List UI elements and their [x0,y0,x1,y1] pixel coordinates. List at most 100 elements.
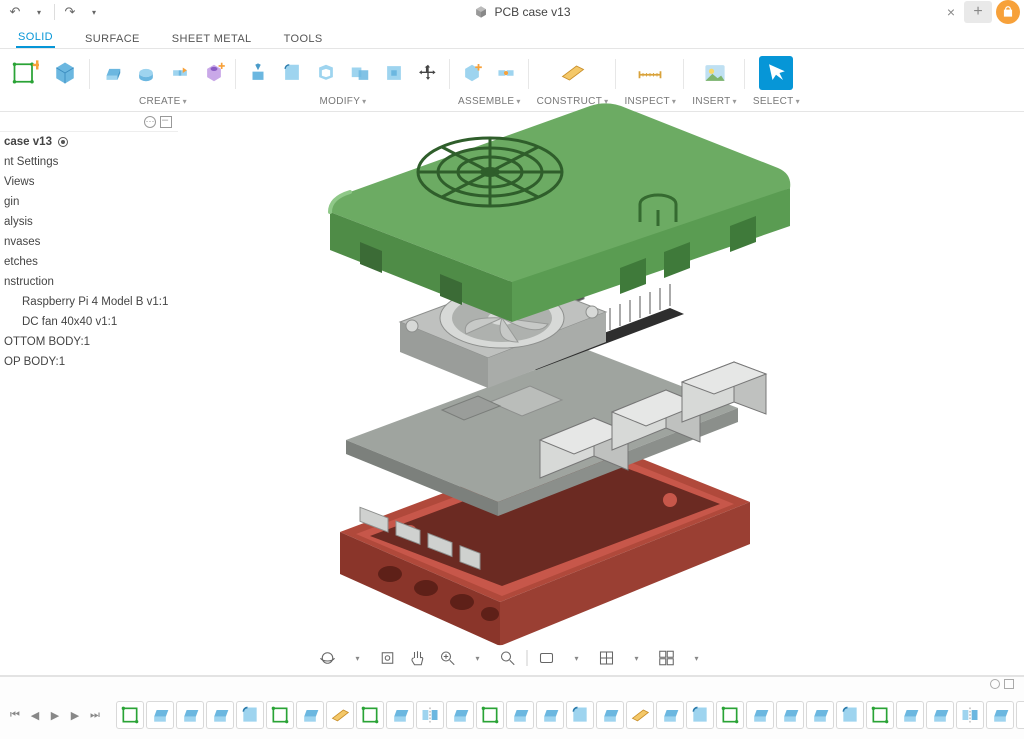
zoom-button[interactable] [437,647,459,669]
ribbon-tab-sheetmetal[interactable]: SHEET METAL [170,29,254,48]
timeline-start-button[interactable]: ⏮ [6,704,24,726]
viewports-button[interactable] [656,647,678,669]
display-dropdown[interactable]: ▾ [566,647,588,669]
timeline-feature[interactable] [806,701,834,729]
timeline-feature[interactable] [656,701,684,729]
timeline-feature[interactable] [896,701,924,729]
joint-button[interactable] [492,59,520,87]
close-tab-button[interactable]: × [942,3,960,21]
browser-node[interactable]: alysis [0,212,178,232]
combine-button[interactable] [346,59,374,87]
draft-button[interactable] [380,59,408,87]
toolbar-group-inspect: INSPECT▾ [616,51,684,109]
browser-node-child[interactable]: DC fan 40x40 v1:1 [0,312,178,332]
timeline-feature[interactable] [626,701,654,729]
presspull-button[interactable] [244,59,272,87]
extrude-button[interactable] [98,59,126,87]
timeline-feature[interactable] [926,701,954,729]
timeline-feature[interactable] [986,701,1014,729]
ribbon-tab-surface[interactable]: SURFACE [83,29,142,48]
browser-node[interactable]: nvases [0,232,178,252]
timeline-feature[interactable] [236,701,264,729]
timeline-feature[interactable] [446,701,474,729]
look-at-button[interactable] [377,647,399,669]
browser-panel[interactable]: ⋯ – case v13 nt Settings Views gin alysi… [0,112,178,372]
toolbar-group-create-label[interactable]: CREATE▾ [139,96,187,107]
browser-node[interactable]: gin [0,192,178,212]
browser-node-body[interactable]: OTTOM BODY:1 [0,332,178,352]
fit-button[interactable] [497,647,519,669]
orbit-button[interactable] [317,647,339,669]
toolbar-group-create: ✚ CREATE▾ [90,51,236,109]
timeline-feature[interactable] [686,701,714,729]
undo-dropdown[interactable]: ▾ [30,3,48,21]
hole-button[interactable]: ✚ [200,59,228,87]
redo-button[interactable]: ↷ [61,3,79,21]
browser-node-body[interactable]: OP BODY:1 [0,352,178,372]
timeline-feature[interactable] [776,701,804,729]
plane-button[interactable] [556,56,590,90]
timeline-feature[interactable] [956,701,984,729]
timeline-feature[interactable] [296,701,324,729]
measure-button[interactable] [633,56,667,90]
sweep-button[interactable] [166,59,194,87]
browser-collapse-icon[interactable]: – [160,116,172,128]
viewports-dropdown[interactable]: ▾ [686,647,708,669]
pan-button[interactable] [407,647,429,669]
timeline-feature[interactable] [116,701,144,729]
timeline-feature[interactable] [176,701,204,729]
browser-node[interactable]: nt Settings [0,152,178,172]
orbit-dropdown[interactable]: ▾ [347,647,369,669]
new-sketch-button[interactable]: ✚ [8,56,42,90]
timeline-collapse-icon[interactable] [1004,679,1014,689]
select-button[interactable] [759,56,793,90]
revolve-button[interactable] [132,59,160,87]
timeline-feature[interactable] [356,701,384,729]
timeline[interactable]: ⏮ ◀ ▶ ▶ ⏭ [0,691,1024,739]
browser-node-child[interactable]: Raspberry Pi 4 Model B v1:1 [0,292,178,312]
timeline-feature[interactable] [266,701,294,729]
timeline-feature[interactable] [476,701,504,729]
create-form-button[interactable] [48,56,82,90]
browser-node[interactable]: Views [0,172,178,192]
timeline-feature[interactable] [716,701,744,729]
timeline-fwd-button[interactable]: ▶ [66,704,84,726]
timeline-end-button[interactable]: ⏭ [86,704,104,726]
timeline-feature[interactable] [746,701,774,729]
timeline-feature[interactable] [146,701,174,729]
browser-settings-icon[interactable]: ⋯ [144,116,156,128]
display-settings-button[interactable] [536,647,558,669]
timeline-feature[interactable] [206,701,234,729]
timeline-feature[interactable] [386,701,414,729]
undo-button[interactable]: ↶ [6,3,24,21]
timeline-feature[interactable] [866,701,894,729]
zoom-dropdown[interactable]: ▾ [467,647,489,669]
timeline-feature[interactable] [566,701,594,729]
shell-button[interactable] [312,59,340,87]
new-tab-button[interactable]: + [964,1,992,23]
timeline-feature[interactable] [326,701,354,729]
fillet-button[interactable] [278,59,306,87]
timeline-feature[interactable] [836,701,864,729]
timeline-play-button[interactable]: ▶ [46,704,64,726]
browser-root[interactable]: case v13 [0,132,178,152]
timeline-feature[interactable] [506,701,534,729]
browser-node[interactable]: nstruction [0,272,178,292]
extensions-button[interactable] [996,0,1020,24]
browser-node[interactable]: etches [0,252,178,272]
ribbon-tab-tools[interactable]: TOOLS [282,29,325,48]
move-button[interactable] [414,59,442,87]
new-component-button[interactable]: ✚ [458,59,486,87]
ribbon-tabs: SOLID SURFACE SHEET METAL TOOLS [0,24,1024,48]
ribbon-tab-solid[interactable]: SOLID [16,27,55,48]
timeline-feature[interactable] [1016,701,1024,729]
timeline-back-button[interactable]: ◀ [26,704,44,726]
timeline-settings-icon[interactable] [990,679,1000,689]
grid-settings-button[interactable] [596,647,618,669]
timeline-feature[interactable] [416,701,444,729]
grid-dropdown[interactable]: ▾ [626,647,648,669]
timeline-feature[interactable] [596,701,624,729]
insert-button[interactable] [698,56,732,90]
redo-dropdown[interactable]: ▾ [85,3,103,21]
timeline-feature[interactable] [536,701,564,729]
